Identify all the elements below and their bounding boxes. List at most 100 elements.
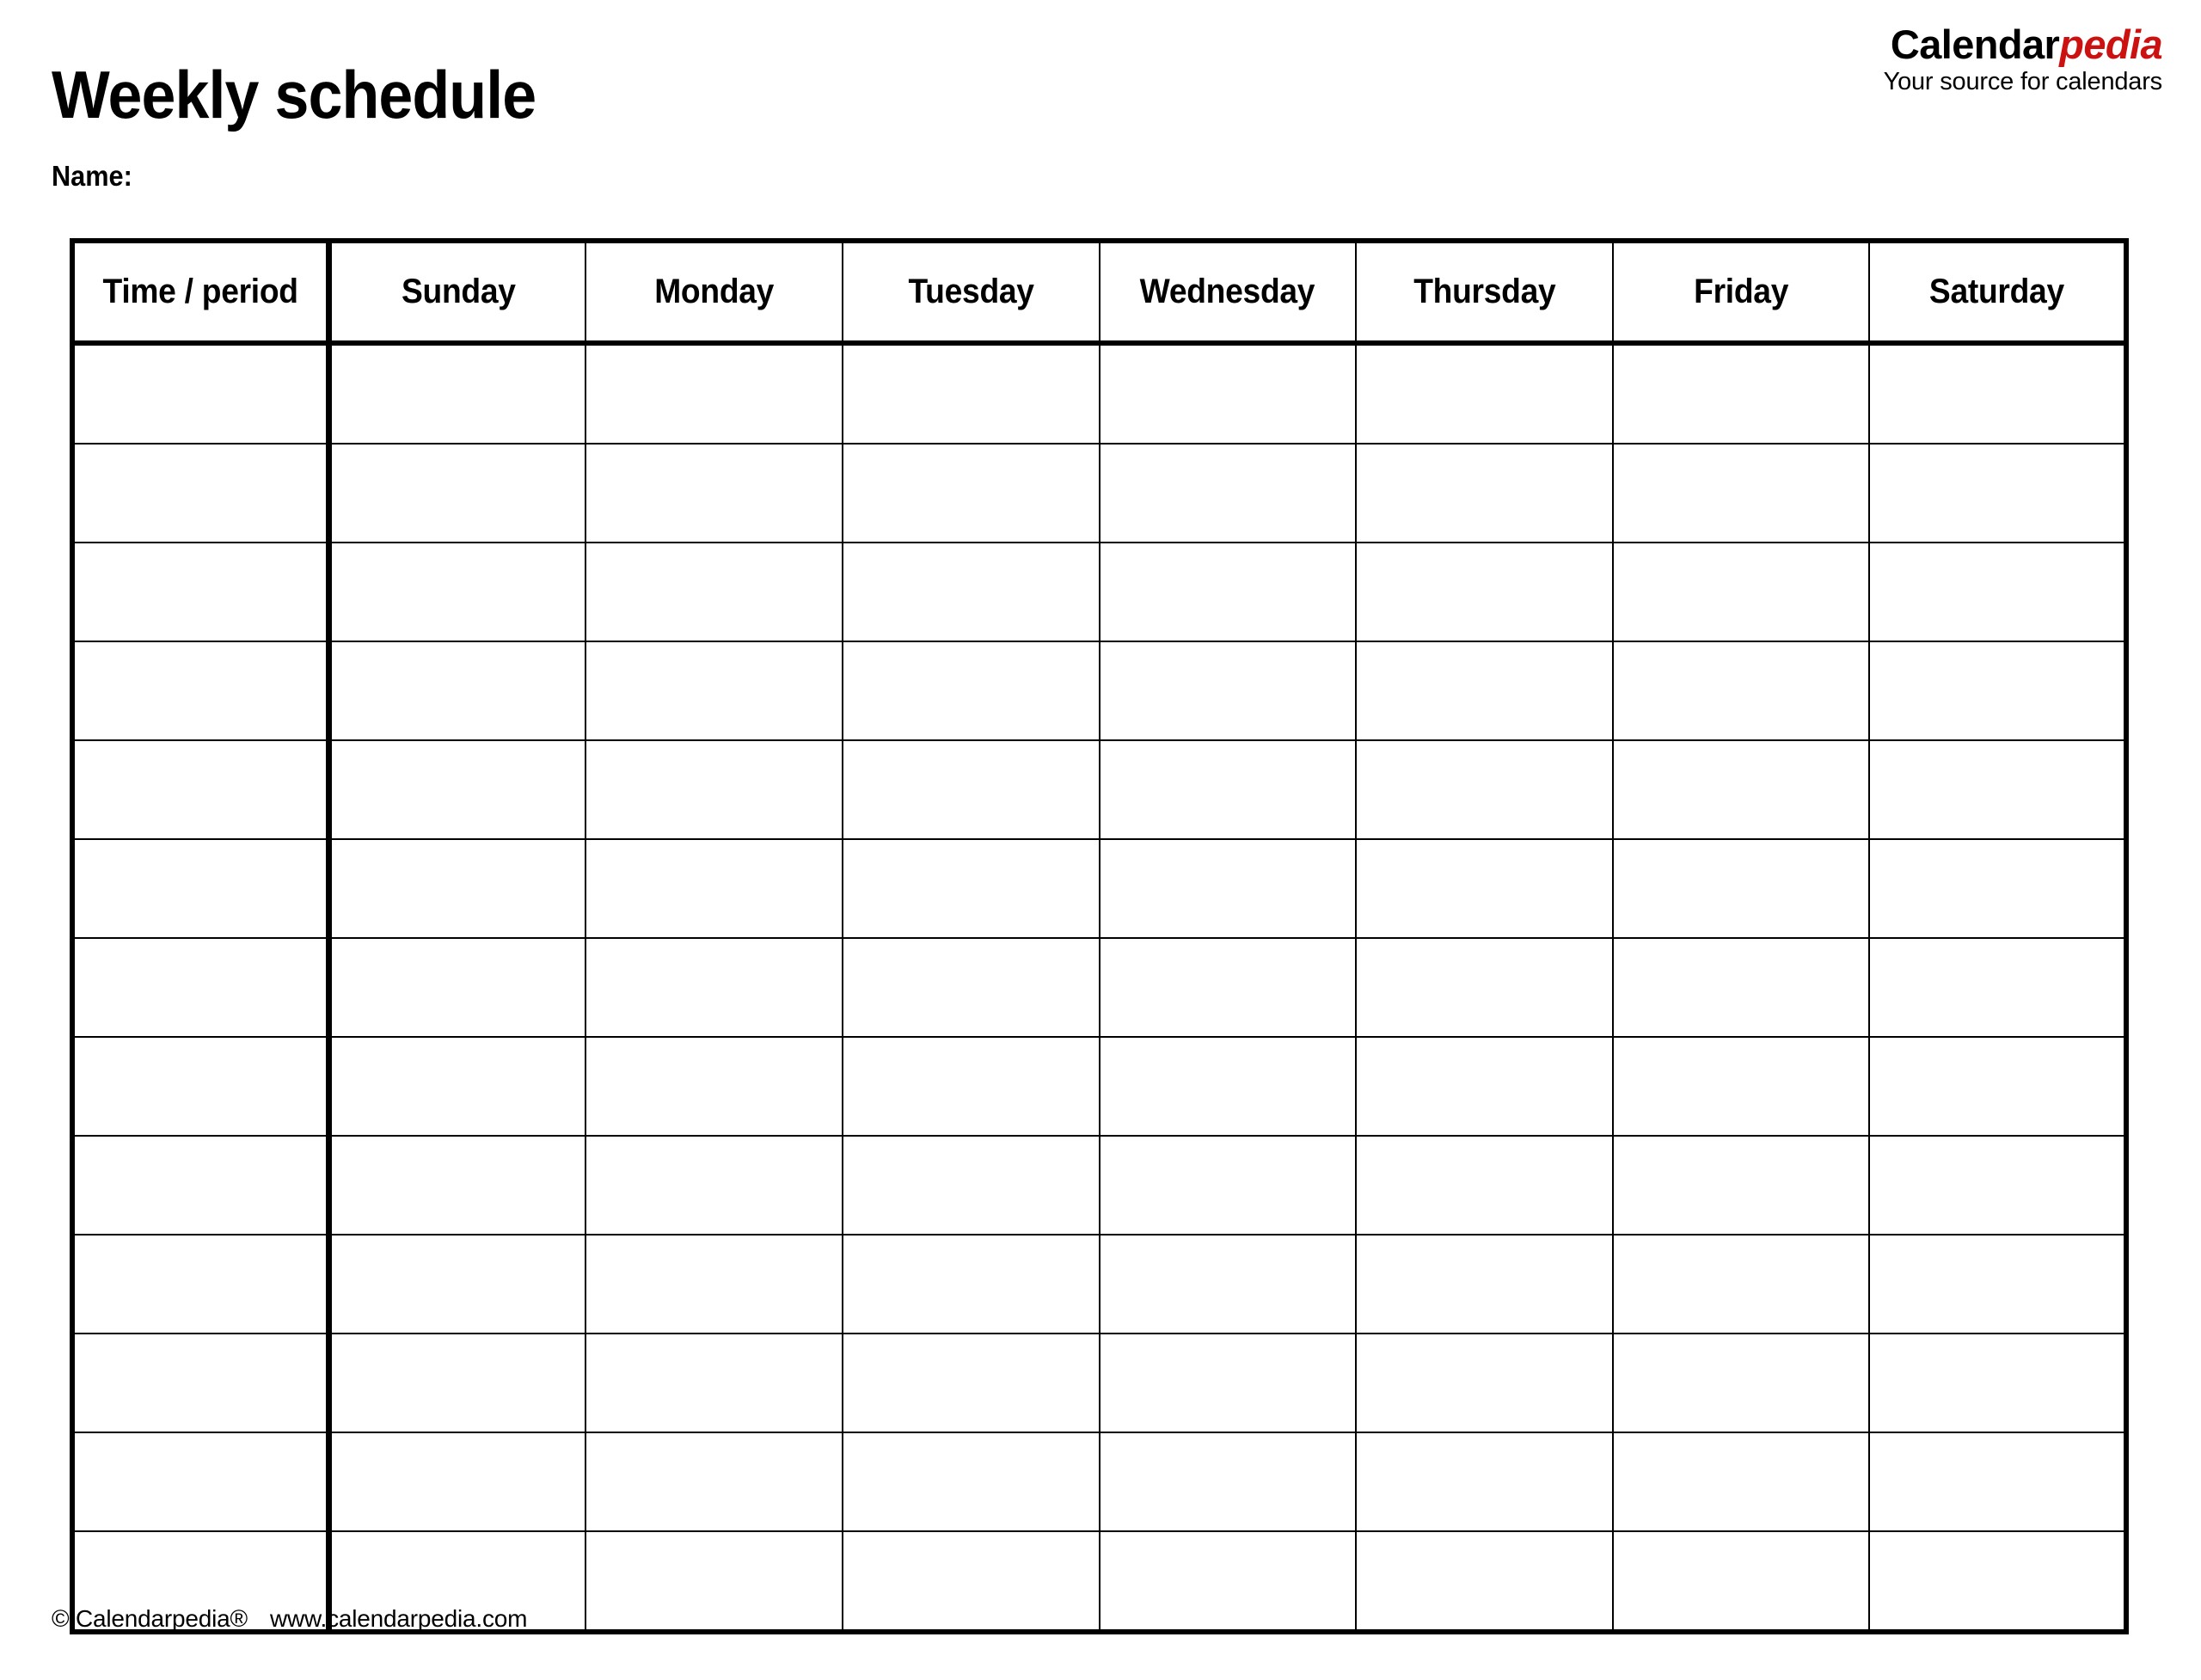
cell-day[interactable] bbox=[1868, 443, 2127, 543]
cell-day[interactable] bbox=[328, 838, 587, 939]
cell-day[interactable] bbox=[1098, 342, 1358, 445]
cell-day[interactable] bbox=[841, 1333, 1100, 1433]
cell-time-period[interactable] bbox=[71, 542, 333, 642]
cell-day[interactable] bbox=[1355, 443, 1614, 543]
cell-time-period[interactable] bbox=[71, 937, 333, 1038]
cell-day[interactable] bbox=[1098, 1333, 1358, 1433]
cell-day[interactable] bbox=[1611, 739, 1871, 840]
cell-day[interactable] bbox=[585, 542, 843, 642]
cell-time-period[interactable] bbox=[71, 838, 333, 939]
cell-day[interactable] bbox=[1355, 838, 1614, 939]
cell-day[interactable] bbox=[1355, 1530, 1614, 1633]
cell-day[interactable] bbox=[1868, 838, 2127, 939]
cell-day[interactable] bbox=[1868, 641, 2127, 741]
cell-day[interactable] bbox=[1611, 1530, 1871, 1633]
cell-day[interactable] bbox=[1611, 641, 1871, 741]
cell-day[interactable] bbox=[585, 1036, 843, 1137]
cell-day[interactable] bbox=[328, 1036, 587, 1137]
cell-day[interactable] bbox=[1611, 937, 1871, 1038]
cell-day[interactable] bbox=[585, 739, 843, 840]
cell-day[interactable] bbox=[841, 342, 1100, 445]
cell-day[interactable] bbox=[1611, 443, 1871, 543]
cell-day[interactable] bbox=[1868, 1333, 2127, 1433]
cell-day[interactable] bbox=[328, 937, 587, 1038]
cell-day[interactable] bbox=[1355, 1135, 1614, 1235]
cell-day[interactable] bbox=[1611, 342, 1871, 445]
cell-day[interactable] bbox=[1355, 739, 1614, 840]
cell-time-period[interactable] bbox=[71, 1036, 333, 1137]
cell-day[interactable] bbox=[841, 443, 1100, 543]
cell-day[interactable] bbox=[841, 1135, 1100, 1235]
cell-day[interactable] bbox=[328, 1333, 587, 1433]
cell-day[interactable] bbox=[585, 937, 843, 1038]
cell-day[interactable] bbox=[1098, 542, 1358, 642]
cell-day[interactable] bbox=[585, 1135, 843, 1235]
cell-day[interactable] bbox=[585, 1432, 843, 1532]
cell-day[interactable] bbox=[1355, 641, 1614, 741]
cell-day[interactable] bbox=[1611, 1432, 1871, 1532]
cell-day[interactable] bbox=[841, 1036, 1100, 1137]
cell-time-period[interactable] bbox=[71, 1432, 333, 1532]
cell-day[interactable] bbox=[841, 542, 1100, 642]
cell-day[interactable] bbox=[585, 443, 843, 543]
cell-day[interactable] bbox=[585, 1333, 843, 1433]
cell-time-period[interactable] bbox=[71, 1135, 333, 1235]
cell-day[interactable] bbox=[328, 1234, 587, 1334]
cell-day[interactable] bbox=[1611, 1234, 1871, 1334]
cell-day[interactable] bbox=[1868, 342, 2127, 445]
cell-day[interactable] bbox=[1355, 1333, 1614, 1433]
cell-day[interactable] bbox=[1868, 937, 2127, 1038]
cell-day[interactable] bbox=[1355, 937, 1614, 1038]
cell-day[interactable] bbox=[841, 739, 1100, 840]
cell-day[interactable] bbox=[1098, 1530, 1358, 1633]
cell-day[interactable] bbox=[328, 1135, 587, 1235]
cell-day[interactable] bbox=[1611, 1333, 1871, 1433]
cell-day[interactable] bbox=[585, 1234, 843, 1334]
cell-day[interactable] bbox=[1868, 739, 2127, 840]
cell-day[interactable] bbox=[585, 342, 843, 445]
cell-day[interactable] bbox=[841, 937, 1100, 1038]
cell-day[interactable] bbox=[1355, 1234, 1614, 1334]
cell-time-period[interactable] bbox=[71, 443, 333, 543]
cell-day[interactable] bbox=[841, 838, 1100, 939]
cell-day[interactable] bbox=[1868, 1432, 2127, 1532]
cell-day[interactable] bbox=[1098, 1036, 1358, 1137]
cell-time-period[interactable] bbox=[71, 342, 333, 445]
cell-day[interactable] bbox=[1355, 1432, 1614, 1532]
cell-day[interactable] bbox=[1868, 542, 2127, 642]
cell-day[interactable] bbox=[1611, 1135, 1871, 1235]
cell-day[interactable] bbox=[585, 838, 843, 939]
cell-day[interactable] bbox=[1098, 838, 1358, 939]
cell-time-period[interactable] bbox=[71, 1234, 333, 1334]
cell-day[interactable] bbox=[1868, 1234, 2127, 1334]
cell-day[interactable] bbox=[585, 641, 843, 741]
cell-day[interactable] bbox=[328, 443, 587, 543]
cell-day[interactable] bbox=[1868, 1135, 2127, 1235]
cell-day[interactable] bbox=[841, 641, 1100, 741]
cell-day[interactable] bbox=[1611, 1036, 1871, 1137]
cell-day[interactable] bbox=[841, 1530, 1100, 1633]
cell-day[interactable] bbox=[328, 1432, 587, 1532]
cell-time-period[interactable] bbox=[71, 739, 333, 840]
cell-day[interactable] bbox=[1098, 1432, 1358, 1532]
cell-day[interactable] bbox=[1098, 1135, 1358, 1235]
cell-day[interactable] bbox=[328, 641, 587, 741]
cell-day[interactable] bbox=[1355, 542, 1614, 642]
cell-day[interactable] bbox=[1098, 443, 1358, 543]
cell-time-period[interactable] bbox=[71, 1333, 333, 1433]
cell-day[interactable] bbox=[1098, 739, 1358, 840]
cell-day[interactable] bbox=[1611, 838, 1871, 939]
cell-day[interactable] bbox=[328, 739, 587, 840]
cell-day[interactable] bbox=[1098, 937, 1358, 1038]
cell-day[interactable] bbox=[841, 1432, 1100, 1532]
cell-day[interactable] bbox=[1355, 1036, 1614, 1137]
cell-day[interactable] bbox=[841, 1234, 1100, 1334]
cell-time-period[interactable] bbox=[71, 641, 333, 741]
footer-website[interactable]: www.calendarpedia.com bbox=[270, 1605, 527, 1632]
cell-day[interactable] bbox=[585, 1530, 843, 1633]
cell-day[interactable] bbox=[1868, 1036, 2127, 1137]
cell-day[interactable] bbox=[1868, 1530, 2127, 1633]
cell-day[interactable] bbox=[1098, 641, 1358, 741]
cell-day[interactable] bbox=[328, 542, 587, 642]
cell-day[interactable] bbox=[1098, 1234, 1358, 1334]
